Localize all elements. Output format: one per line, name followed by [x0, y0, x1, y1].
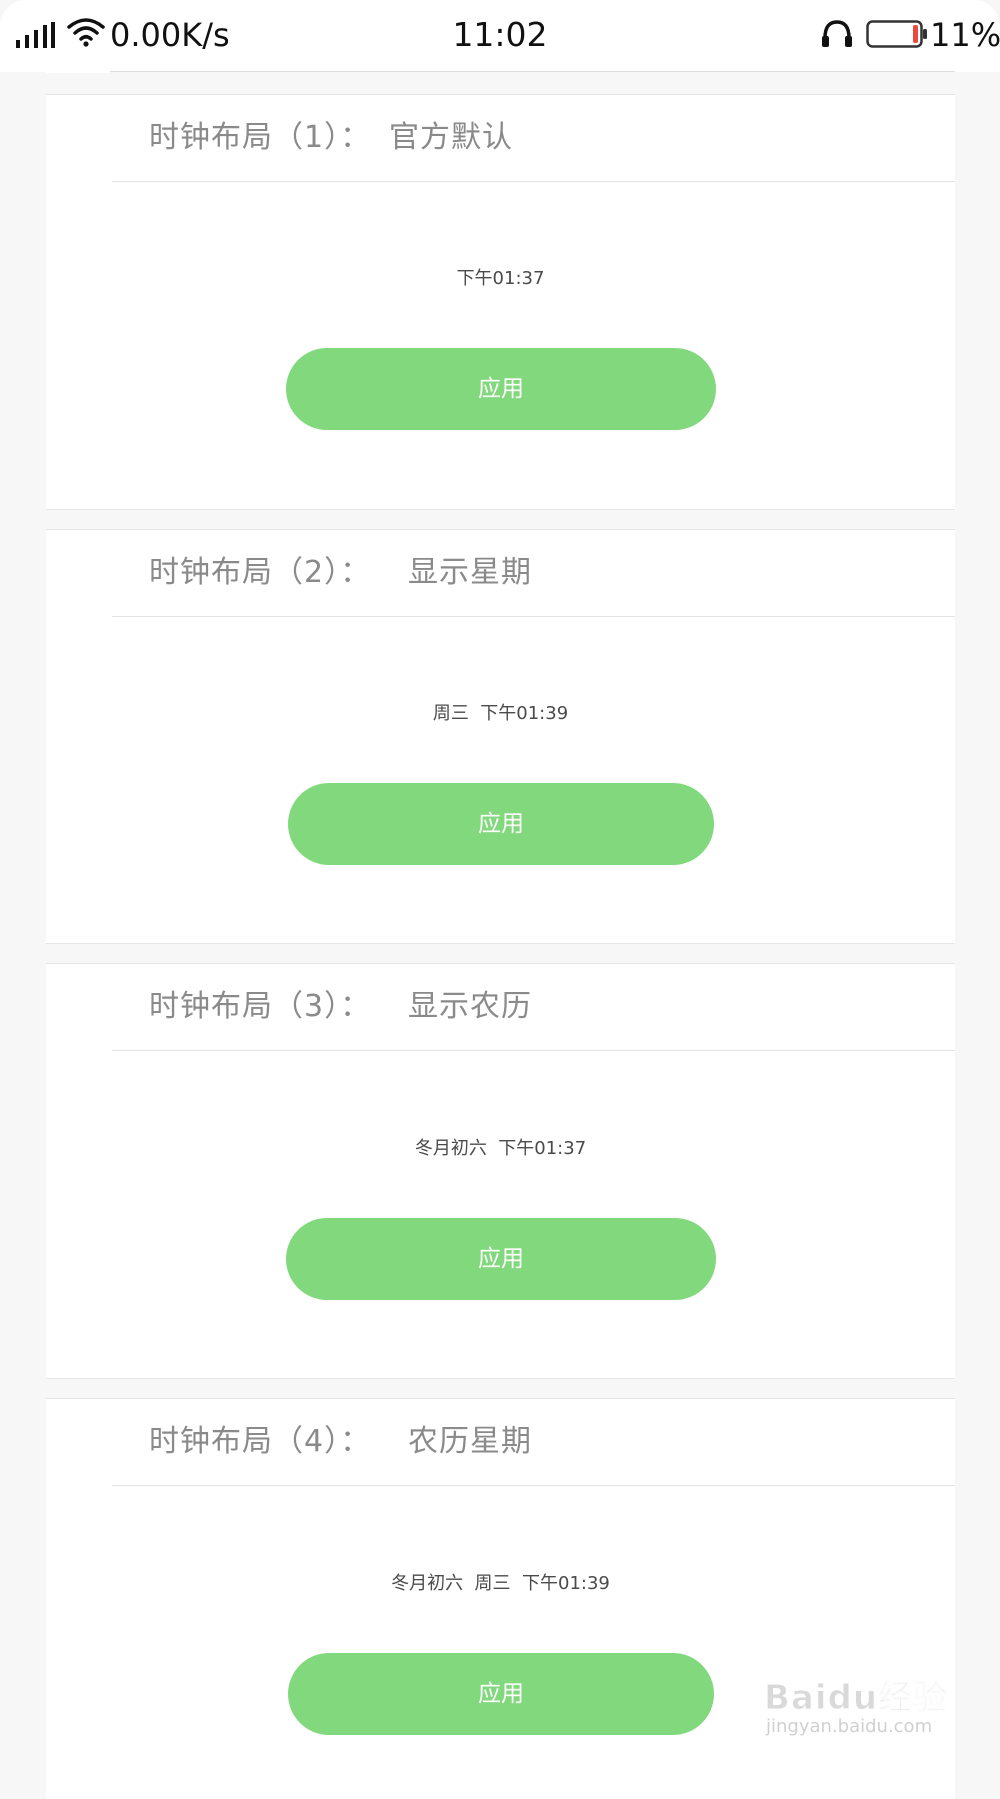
card-header: 时钟布局（3）： 显示农历 [46, 964, 955, 1050]
clock-preview: 冬月初六 周三 下午01:39 [391, 1573, 610, 1594]
card-divider [112, 181, 955, 182]
apply-button-layout-3[interactable]: 应用 [286, 1218, 716, 1300]
clock-preview: 周三 下午01:39 [432, 703, 569, 724]
clock-layout-card-3: 时钟布局（3）： 显示农历 冬月初六 下午01:37 应用 [46, 963, 955, 1379]
apply-button-layout-1[interactable]: 应用 [286, 348, 716, 430]
layout-subtitle: 农历星期 [408, 1424, 532, 1459]
layout-subtitle: 显示星期 [408, 555, 532, 590]
divider [46, 71, 955, 72]
layout-title: 时钟布局（3）： [149, 989, 372, 1024]
divider-gap [46, 68, 110, 73]
battery-percent: 11% [930, 16, 1000, 54]
card-divider [112, 616, 955, 617]
baidu-jingyan-watermark: Baidu经验 jingyan.baidu.com [763, 1670, 964, 1750]
card-header: 时钟布局（4）： 农历星期 [46, 1399, 955, 1485]
card-divider [112, 1050, 955, 1051]
layout-subtitle: 显示农历 [408, 989, 532, 1024]
card-header: 时钟布局（1）： 官方默认 [46, 95, 955, 181]
apply-button-layout-2[interactable]: 应用 [288, 783, 714, 865]
clock-preview: 下午01:37 [456, 268, 545, 289]
card-divider [112, 1485, 955, 1486]
status-bar: 0.00K/s 11:02 11% [0, 0, 1000, 72]
layout-title: 时钟布局（4）： [149, 1424, 372, 1459]
watermark-url: jingyan.baidu.com [766, 1716, 933, 1737]
layout-title: 时钟布局（2）： [149, 555, 372, 590]
watermark-logo: Baidu经验 [763, 1678, 949, 1719]
battery-icon [866, 20, 927, 48]
layout-subtitle: 官方默认 [389, 120, 513, 155]
clock-layout-card-2: 时钟布局（2）： 显示星期 周三 下午01:39 应用 [46, 529, 955, 944]
layout-title: 时钟布局（1）： [149, 120, 372, 155]
card-header: 时钟布局（2）： 显示星期 [46, 530, 955, 616]
headset-icon [822, 20, 852, 47]
apply-button-layout-4[interactable]: 应用 [288, 1653, 714, 1735]
clock-preview: 冬月初六 下午01:37 [414, 1138, 587, 1159]
clock-layout-card-1: 时钟布局（1）： 官方默认 下午01:37 应用 [46, 94, 955, 510]
